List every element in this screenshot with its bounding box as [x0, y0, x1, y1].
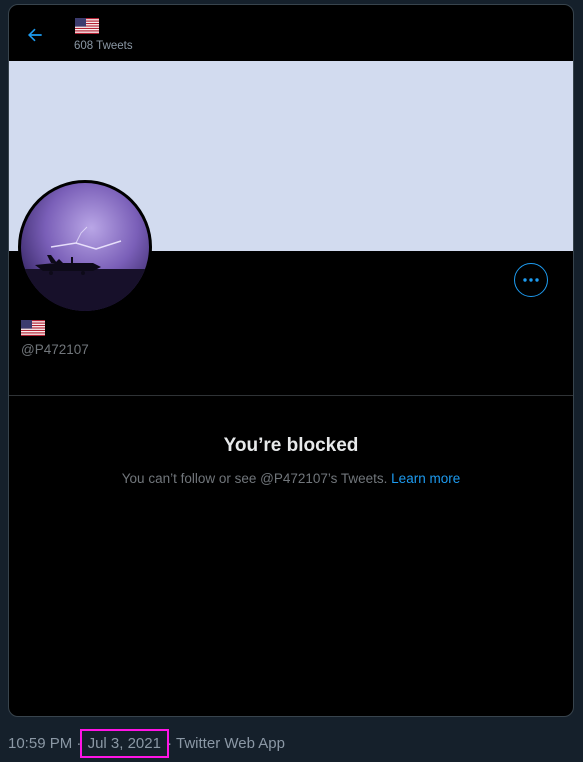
tweet-count: 608 Tweets [74, 40, 133, 52]
us-flag-icon [21, 320, 45, 336]
more-options-button[interactable] [514, 263, 548, 297]
divider [9, 395, 573, 396]
blocked-message-text: You can’t follow or see @P472107’s Tweet… [121, 471, 388, 486]
us-flag-icon [75, 18, 99, 34]
tweet-time[interactable]: 10:59 PM [8, 735, 72, 752]
tweet-meta: 10:59 PM · Jul 3, 2021 · Twitter Web App [8, 729, 285, 758]
more-dots-icon [523, 278, 539, 282]
separator: · [162, 735, 177, 752]
back-arrow-icon [28, 28, 42, 42]
blocked-title: You’re blocked [223, 435, 359, 456]
avatar[interactable] [18, 180, 152, 314]
profile-handle: @P472107 [21, 342, 89, 357]
blocked-message: You can’t follow or see @P472107’s Tweet… [9, 471, 573, 486]
profile-card: 608 Tweets @P472107 You’re blocked You c… [8, 4, 574, 717]
separator: · [72, 735, 86, 752]
profile-header: 608 Tweets [9, 5, 573, 61]
learn-more-link[interactable]: Learn more [391, 471, 460, 486]
back-button[interactable] [23, 23, 47, 47]
tweet-date[interactable]: Jul 3, 2021 [79, 729, 169, 758]
tweet-source: Twitter Web App [176, 735, 285, 752]
